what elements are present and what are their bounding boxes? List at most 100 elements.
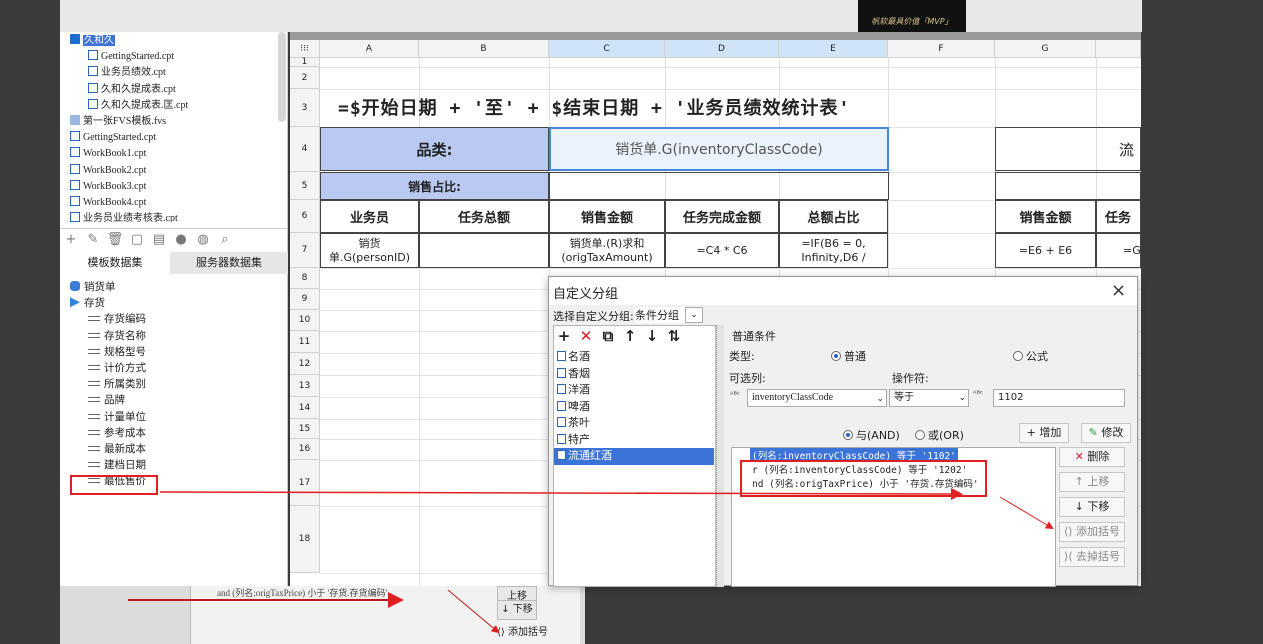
add-paren-button[interactable]: ⟨⟩ 添加括号 — [1059, 522, 1125, 542]
file-tree-item[interactable]: 久和久 — [70, 33, 288, 49]
row-header[interactable]: 16 — [290, 439, 320, 460]
splitter-handle[interactable] — [716, 325, 724, 587]
row-header[interactable]: 15 — [290, 419, 320, 439]
operator-combo[interactable]: 等于 ⌄ — [889, 389, 969, 407]
delete-condition-button[interactable]: ✕ 删除 — [1059, 447, 1125, 467]
column-header[interactable]: D — [665, 40, 779, 58]
file-tree-item[interactable]: 第一张FVS模板.fvs — [70, 114, 288, 130]
file-tree-item[interactable]: WorkBook4.cpt — [70, 195, 288, 211]
dataset-item[interactable]: 销货单 — [70, 279, 285, 295]
title-formula-cell[interactable]: =$开始日期 + '至' + $结束日期 + '业务员绩效统计表' — [320, 89, 888, 125]
group-item[interactable]: 茶叶 — [554, 415, 714, 432]
dataset-field[interactable]: 存货编码 — [70, 311, 285, 327]
dataset-field[interactable]: 规格型号 — [70, 344, 285, 360]
column-header[interactable]: A — [320, 40, 419, 58]
move-up-button[interactable]: ↑ 上移 — [1059, 472, 1125, 492]
group-item[interactable]: 流通红酒 — [554, 448, 714, 465]
group-item[interactable]: 名酒 — [554, 349, 714, 366]
move-down-icon[interactable]: ↓ — [641, 327, 663, 345]
dataset-field[interactable]: 存货名称 — [70, 328, 285, 344]
table-header-cell[interactable]: 销售金额 — [995, 200, 1096, 233]
column-header[interactable]: B — [419, 40, 549, 58]
file-tree-item[interactable]: 久和久提成表.匡.cpt — [70, 98, 288, 114]
row-header[interactable]: 17 — [290, 460, 320, 506]
preview-icon[interactable]: ▢ — [126, 229, 148, 251]
column-header[interactable]: E — [779, 40, 888, 58]
dataset-field[interactable]: 计价方式 — [70, 360, 285, 376]
server-icon[interactable]: ▤ — [148, 229, 170, 251]
file-tree-item[interactable]: 业务员绩效.cpt — [70, 65, 288, 81]
remove-paren-button[interactable]: ⟩⟨ 去掉括号 — [1059, 547, 1125, 567]
search-icon[interactable]: ⌕ — [214, 229, 236, 251]
table-header-cell[interactable]: 销售金额 — [549, 200, 665, 233]
row-header[interactable]: 18 — [290, 506, 320, 573]
dataset-field[interactable]: 品牌 — [70, 392, 285, 408]
file-tree-item[interactable]: GettingStarted.cpt — [70, 130, 288, 146]
and-radio[interactable]: 与(AND) — [843, 427, 900, 443]
row-header[interactable]: 9 — [290, 289, 320, 310]
dataset-field[interactable]: 建档日期 — [70, 457, 285, 473]
table-header-cell[interactable]: 任务 — [1096, 200, 1141, 233]
or-radio[interactable]: 或(OR) — [915, 427, 964, 443]
dataset-field[interactable]: 最新成本 — [70, 441, 285, 457]
category-label-cell[interactable]: 品类: — [320, 127, 549, 171]
row-header[interactable]: 14 — [290, 397, 320, 419]
group-item[interactable]: 洋酒 — [554, 382, 714, 399]
row-header[interactable]: 13 — [290, 375, 320, 397]
dataset-field[interactable]: 计量单位 — [70, 409, 285, 425]
formula-cell[interactable]: =C4 * C6 — [665, 233, 779, 268]
column-header[interactable]: G — [995, 40, 1096, 58]
row-header[interactable]: 2 — [290, 67, 320, 89]
sales-share-value-cell[interactable] — [549, 172, 889, 200]
group-item[interactable]: 香烟 — [554, 366, 714, 383]
table-header-cell[interactable]: 业务员 — [320, 200, 419, 233]
row-header[interactable]: 7 — [290, 233, 320, 268]
right-share-cell[interactable] — [995, 172, 1141, 200]
category-value-cell[interactable]: 销货单.G(inventoryClassCode) — [549, 127, 889, 171]
row-header[interactable]: 5 — [290, 172, 320, 200]
add-condition-button[interactable]: + 增加 — [1019, 423, 1069, 443]
tab-template-dataset[interactable]: 模板数据集 — [60, 252, 170, 274]
group-item[interactable]: 特产 — [554, 432, 714, 449]
file-tree-item[interactable]: WorkBook2.cpt — [70, 163, 288, 179]
type-formula-radio[interactable]: 公式 — [1013, 348, 1048, 364]
db-icon[interactable]: ● — [170, 229, 192, 251]
formula-cell[interactable]: =E6 + E6 — [995, 233, 1096, 268]
db2-icon[interactable]: ◍ — [192, 229, 214, 251]
close-icon[interactable]: × — [1111, 280, 1126, 301]
formula-cell[interactable] — [419, 233, 549, 268]
sales-share-label-cell[interactable]: 销售占比: — [320, 172, 549, 200]
file-tree-item[interactable]: 业务员业绩考核表.cpt — [70, 211, 288, 222]
value-type-icon[interactable]: ᴬᴮᶜ — [973, 389, 983, 398]
formula-cell[interactable]: =G — [1096, 233, 1141, 268]
add-group-icon[interactable]: + — [553, 327, 575, 345]
copy-group-icon[interactable]: ⧉ — [597, 327, 619, 345]
move-up-icon[interactable]: ↑ — [619, 327, 641, 345]
file-tree-item[interactable]: GettingStarted.cpt — [70, 49, 288, 65]
chevron-down-icon[interactable]: ⌄ — [685, 307, 703, 323]
delete-group-icon[interactable]: ✕ — [575, 327, 597, 345]
move-down-button[interactable]: ↓ 下移 — [1059, 497, 1125, 517]
row-header[interactable]: 6 — [290, 200, 320, 233]
formula-cell[interactable]: =IF(B6 = 0, Infinity,D6 / — [779, 233, 888, 268]
right-merged-label[interactable]: 流 — [995, 127, 1141, 171]
value-input[interactable]: 1102 — [993, 389, 1125, 407]
file-tree-item[interactable]: WorkBook1.cpt — [70, 146, 288, 162]
file-tree-item[interactable]: 久和久提成表.cpt — [70, 82, 288, 98]
column-combo[interactable]: inventoryClassCode ⌄ — [747, 389, 887, 407]
row-header[interactable]: 8 — [290, 268, 320, 289]
table-header-cell[interactable]: 任务完成金额 — [665, 200, 779, 233]
type-normal-radio[interactable]: 普通 — [831, 348, 866, 364]
row-header[interactable]: 12 — [290, 353, 320, 375]
modify-condition-button[interactable]: ✎ 修改 — [1081, 423, 1131, 443]
corner-cell[interactable]: ⁝⁝⁝ — [290, 40, 320, 58]
dataset-field[interactable]: 所属类别 — [70, 376, 285, 392]
group-select[interactable]: 条件分组 — [635, 307, 685, 323]
edit-icon[interactable]: ✎ — [82, 229, 104, 251]
row-header[interactable]: 11 — [290, 331, 320, 353]
formula-cell[interactable]: 销货单.G(personID) — [320, 233, 419, 268]
column-header[interactable] — [1096, 40, 1141, 58]
formula-cell[interactable]: 销货单.(R)求和(origTaxAmount) — [549, 233, 665, 268]
dataset-field[interactable]: 参考成本 — [70, 425, 285, 441]
table-header-cell[interactable]: 任务总额 — [419, 200, 549, 233]
